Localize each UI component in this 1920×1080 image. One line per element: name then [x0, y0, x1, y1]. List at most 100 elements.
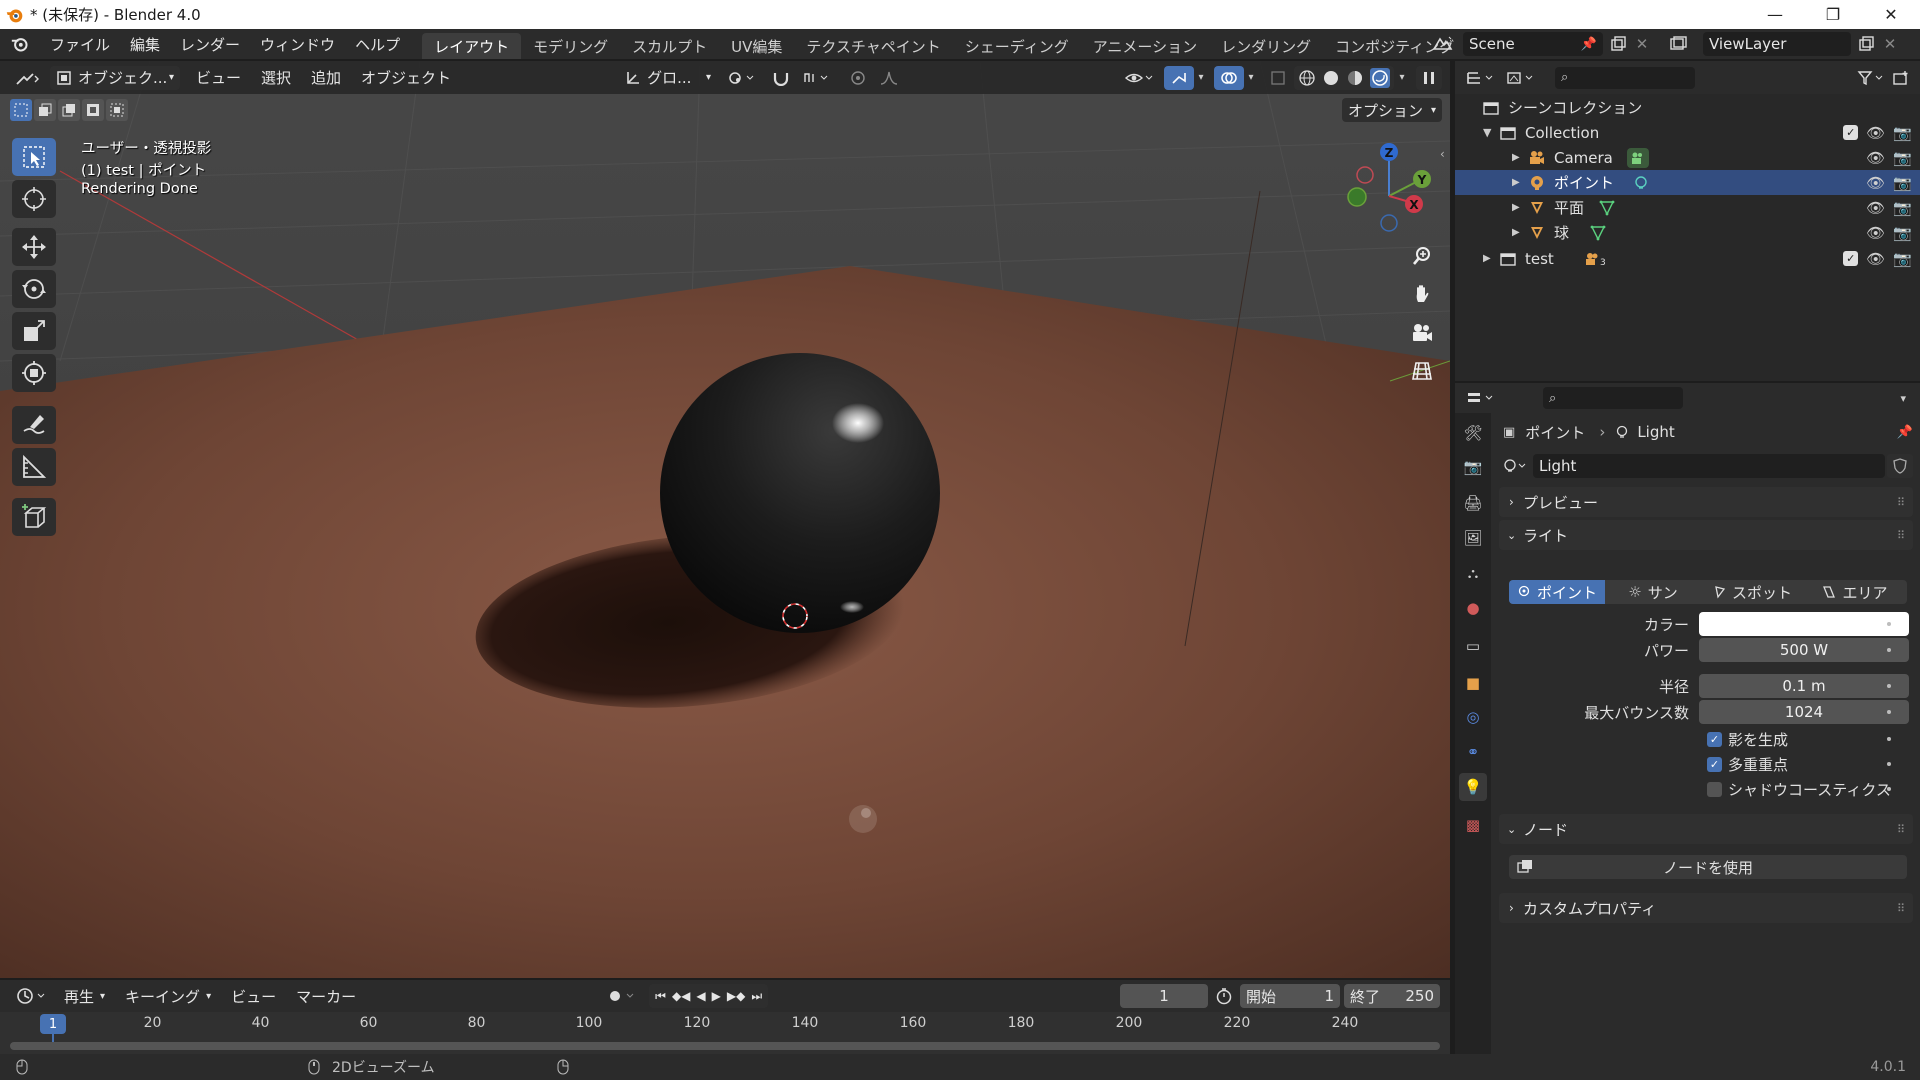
light-data-icon[interactable]: [1632, 175, 1650, 191]
menu-edit[interactable]: 編集: [120, 29, 170, 59]
proportional-edit-icon[interactable]: [843, 66, 873, 90]
display-mode-icon[interactable]: [1501, 70, 1541, 86]
render-camera-icon[interactable]: 📷: [1893, 149, 1912, 167]
camera-data-icon[interactable]: [1626, 147, 1649, 168]
filter-icon[interactable]: [1854, 70, 1888, 86]
rotate-tool[interactable]: [12, 270, 56, 308]
chevron-down-icon[interactable]: ▾: [1900, 392, 1906, 405]
menu-select[interactable]: 選択: [251, 63, 301, 93]
fake-user-shield-icon[interactable]: [1887, 454, 1913, 478]
tab-rendering[interactable]: レンダリング: [1209, 33, 1323, 59]
max-bounces-field[interactable]: 1024: [1699, 700, 1909, 724]
select-invert-icon[interactable]: [82, 99, 104, 121]
outliner-search-input[interactable]: ⌕: [1555, 66, 1695, 89]
play-reverse-icon[interactable]: ◀: [696, 989, 705, 1003]
pan-view-button[interactable]: [1405, 277, 1439, 311]
radius-field[interactable]: 0.1 m: [1699, 674, 1909, 698]
render-camera-icon[interactable]: 📷: [1893, 124, 1912, 142]
light-type-point[interactable]: ポイント: [1509, 580, 1605, 604]
tab-physics[interactable]: ◎: [1459, 703, 1487, 731]
use-nodes-button[interactable]: ノードを使用: [1509, 855, 1907, 879]
render-camera-icon[interactable]: 📷: [1893, 224, 1912, 242]
tab-shading[interactable]: シェーディング: [953, 33, 1081, 59]
transform-tool[interactable]: [12, 354, 56, 392]
minimize-button[interactable]: —: [1746, 0, 1804, 29]
snap-target-icon[interactable]: [797, 66, 839, 90]
eye-icon[interactable]: 👁: [1866, 124, 1885, 142]
delete-scene-icon[interactable]: ✕: [1633, 35, 1651, 53]
panel-preview[interactable]: › プレビュー ⠿: [1499, 487, 1913, 517]
light-type-sun[interactable]: ☼ サン: [1605, 580, 1701, 604]
blender-menu-icon[interactable]: [0, 35, 40, 53]
light-type-area[interactable]: エリア: [1803, 580, 1907, 604]
tab-output[interactable]: 🖨: [1459, 489, 1487, 517]
outliner-row-test[interactable]: ▶ test 3 ✓ 👁 📷: [1455, 246, 1920, 271]
menu-file[interactable]: ファイル: [40, 29, 120, 59]
expand-arrow-icon[interactable]: ▶: [1483, 253, 1497, 264]
editor-type-icon[interactable]: [8, 66, 46, 90]
keyframe-dot-icon[interactable]: [1887, 622, 1891, 626]
pin-icon[interactable]: 📌: [1581, 37, 1597, 52]
zoom-view-button[interactable]: [1405, 239, 1439, 273]
rendered-shading-button[interactable]: [1370, 67, 1390, 88]
tab-sculpt[interactable]: スカルプト: [620, 33, 719, 59]
select-box-tool[interactable]: [12, 138, 56, 176]
render-camera-icon[interactable]: 📷: [1893, 174, 1912, 192]
menu-help[interactable]: ヘルプ: [345, 29, 410, 59]
outliner-editor-icon[interactable]: [1461, 70, 1501, 86]
tab-constraints[interactable]: ⚭: [1459, 738, 1487, 766]
keyframe-dot-icon[interactable]: [1887, 737, 1891, 741]
tab-texture-paint[interactable]: テクスチャペイント: [794, 33, 952, 59]
stopwatch-icon[interactable]: [1208, 987, 1240, 1005]
expand-arrow-icon[interactable]: ▶: [1512, 177, 1526, 188]
exclude-checkbox[interactable]: ✓: [1843, 125, 1859, 140]
chevron-down-icon[interactable]: ▾: [1194, 72, 1208, 83]
cast-shadow-checkbox[interactable]: ✓: [1707, 731, 1722, 747]
view-layer-field[interactable]: ViewLayer: [1703, 32, 1851, 56]
cursor-tool[interactable]: [12, 180, 56, 218]
new-collection-icon[interactable]: [1888, 70, 1914, 86]
render-camera-icon[interactable]: 📷: [1893, 250, 1912, 268]
browse-light-icon[interactable]: [1499, 454, 1533, 478]
move-tool[interactable]: [12, 228, 56, 266]
keyframe-dot-icon[interactable]: [1887, 648, 1891, 652]
timeline-editor-icon[interactable]: [10, 984, 54, 1008]
transform-orientation-dropdown[interactable]: グロ... ▾: [619, 66, 717, 90]
color-swatch[interactable]: [1699, 612, 1909, 636]
delete-view-layer-icon[interactable]: ✕: [1881, 35, 1899, 53]
pivot-point-icon[interactable]: [721, 66, 763, 90]
xray-toggle-icon[interactable]: [1264, 66, 1292, 90]
view-layer-icon[interactable]: [1661, 36, 1699, 52]
outliner-row-collection[interactable]: ▼ Collection ✓ 👁 📷: [1455, 120, 1920, 145]
play-icon[interactable]: ▶: [712, 989, 721, 1003]
multiple-importance-checkbox[interactable]: ✓: [1707, 756, 1722, 772]
navigation-gizmo[interactable]: Z Y X: [1335, 136, 1450, 236]
expand-arrow-icon[interactable]: ▼: [1483, 126, 1497, 139]
tab-world[interactable]: ●: [1459, 594, 1487, 622]
outliner-row-sphere[interactable]: ▶ 球 👁 📷: [1455, 220, 1920, 245]
properties-search-input[interactable]: ⌕: [1543, 387, 1683, 409]
scale-tool[interactable]: [12, 312, 56, 350]
drag-handle-icon[interactable]: ⠿: [1897, 823, 1905, 836]
tab-animation[interactable]: アニメーション: [1081, 33, 1209, 59]
expand-arrow-icon[interactable]: ▶: [1512, 227, 1526, 238]
outliner-scene-collection[interactable]: シーンコレクション: [1455, 95, 1920, 120]
chevron-down-icon[interactable]: ▾: [1244, 72, 1258, 83]
mesh-data-icon[interactable]: [1598, 200, 1616, 216]
end-frame-field[interactable]: 終了 250: [1344, 984, 1440, 1008]
keyframe-dot-icon[interactable]: [1887, 684, 1891, 688]
prev-keyframe-icon[interactable]: ◆◀: [672, 989, 690, 1003]
solid-shading-icon[interactable]: [1322, 69, 1340, 87]
tab-uv-editing[interactable]: UV編集: [719, 33, 794, 59]
timeline-ruler[interactable]: 20 40 60 80 100 120 140 160 180 200 220 240: [0, 1012, 1450, 1034]
select-new-icon[interactable]: [10, 99, 32, 121]
keyframe-dot-icon[interactable]: [1887, 710, 1891, 714]
expand-arrow-icon[interactable]: ▶: [1512, 152, 1526, 163]
maximize-button[interactable]: ❐: [1804, 0, 1862, 29]
wireframe-shading-icon[interactable]: [1298, 69, 1316, 87]
eye-icon[interactable]: 👁: [1866, 224, 1885, 242]
tab-layout[interactable]: レイアウト: [422, 33, 522, 59]
properties-editor-icon[interactable]: [1461, 390, 1501, 406]
start-frame-field[interactable]: 開始 1: [1240, 984, 1340, 1008]
eye-icon[interactable]: 👁: [1866, 199, 1885, 217]
